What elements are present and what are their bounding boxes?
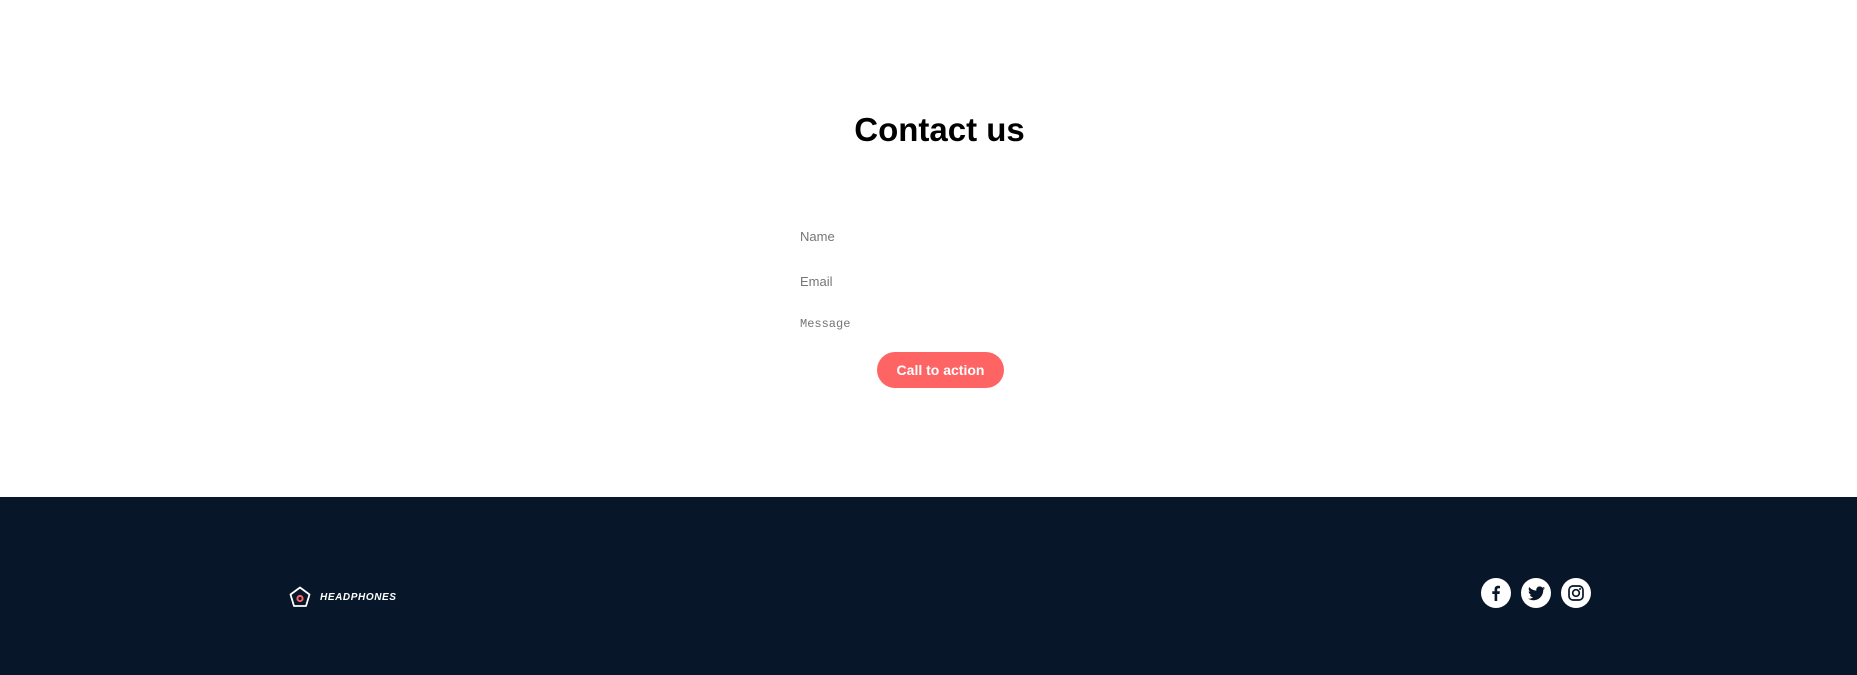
social-links [1481,578,1591,608]
contact-section: Contact us Call to action [0,0,1857,497]
email-field[interactable] [797,271,1081,291]
twitter-icon [1527,585,1545,600]
message-field[interactable] [797,316,1081,338]
instagram-link[interactable] [1561,578,1591,608]
call-to-action-button[interactable]: Call to action [877,352,1004,388]
contact-title: Contact us [854,111,1025,148]
instagram-icon [1568,585,1584,601]
pentagon-logo-icon [289,586,311,607]
headphones-logo[interactable]: HEADPHONES [288,585,397,609]
logo-text: HEADPHONES [320,591,397,603]
footer: HEADPHONES [0,497,1857,675]
name-field[interactable] [797,226,1081,246]
twitter-link[interactable] [1521,578,1551,608]
facebook-link[interactable] [1481,578,1511,608]
facebook-icon [1492,585,1500,601]
